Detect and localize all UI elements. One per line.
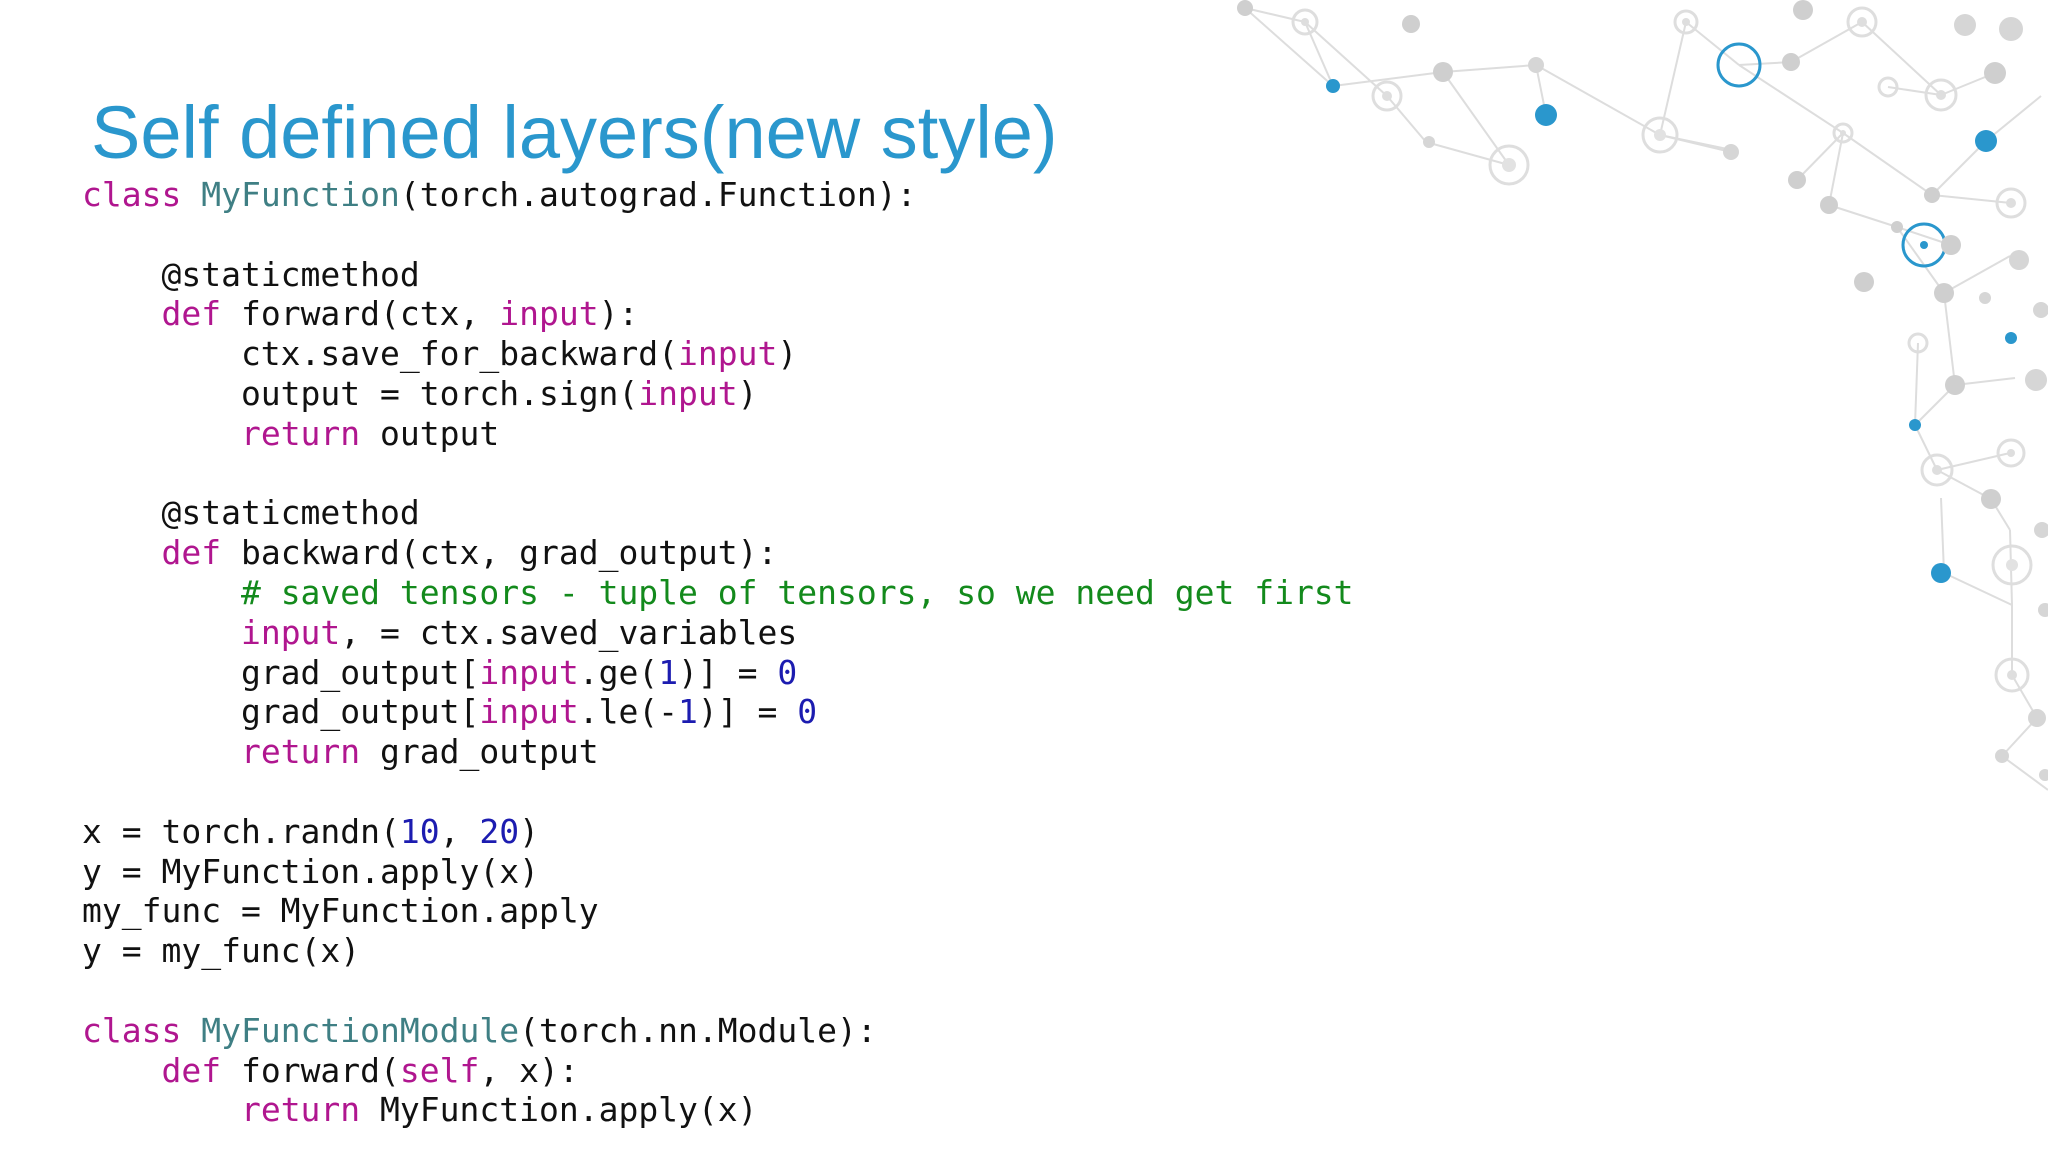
code-block: class MyFunction(torch.autograd.Function… — [82, 175, 1354, 1130]
code-comment: # saved tensors - tuple of tensors, so w… — [240, 572, 1354, 612]
code-line: grad_output[input.le(-1)] = 0 — [82, 692, 1354, 732]
code-text: forward( — [221, 1050, 400, 1090]
code-line: grad_output[input.ge(1)] = 0 — [82, 653, 1354, 693]
code-text: output = torch.sign( — [82, 373, 639, 413]
code-number: 10 — [399, 811, 440, 851]
code-line: class MyFunctionModule(torch.nn.Module): — [82, 1011, 1354, 1051]
code-keyword: class — [82, 1010, 182, 1050]
code-number: 0 — [797, 692, 818, 732]
code-text: )] = — [697, 692, 798, 732]
code-number: 1 — [658, 652, 679, 692]
code-line: my_func = MyFunction.apply — [82, 891, 1354, 931]
code-text: ) — [737, 373, 758, 413]
code-line: return grad_output — [82, 732, 1354, 772]
code-text: forward(ctx, — [221, 294, 500, 334]
code-text: .ge( — [578, 652, 659, 692]
code-text: )] = — [678, 652, 778, 692]
code-line: ctx.save_for_backward(input) — [82, 334, 1354, 374]
code-keyword: def — [161, 1050, 222, 1090]
code-keyword: input — [240, 612, 341, 652]
code-line: # saved tensors - tuple of tensors, so w… — [82, 573, 1354, 613]
code-number: 0 — [777, 652, 798, 692]
code-number: 1 — [678, 692, 698, 732]
code-text: grad_output[ — [82, 652, 480, 692]
code-keyword: input — [678, 334, 778, 374]
code-text: y = my_func(x) — [82, 931, 361, 971]
code-text: y = MyFunction.apply(x) — [82, 851, 539, 891]
code-text: (torch.nn.Module): — [519, 1010, 877, 1050]
code-text: (torch.autograd.Function): — [399, 175, 917, 214]
code-number: 20 — [479, 811, 520, 851]
code-text: ) — [519, 811, 540, 851]
code-text: output — [360, 413, 500, 453]
code-text: @staticmethod — [82, 254, 420, 294]
network-nodes — [1237, 0, 2048, 781]
code-line: return MyFunction.apply(x) — [82, 1090, 1354, 1130]
code-keyword: return — [240, 413, 361, 453]
code-text: ctx.save_for_backward( — [82, 334, 679, 374]
code-keyword: def — [161, 533, 222, 573]
code-text: , x): — [479, 1050, 579, 1090]
code-text: ): — [598, 294, 639, 334]
code-keyword: input — [638, 373, 738, 413]
code-keyword: return — [240, 1090, 361, 1130]
code-text: grad_output[ — [82, 692, 480, 732]
code-text: , — [439, 811, 480, 851]
code-line: @staticmethod — [82, 493, 1354, 533]
code-line: x = torch.randn(10, 20) — [82, 812, 1354, 852]
code-keyword: self — [399, 1050, 480, 1090]
code-line: return output — [82, 414, 1354, 454]
code-text: ) — [777, 334, 798, 374]
code-keyword: input — [479, 652, 579, 692]
code-text: @staticmethod — [82, 493, 420, 533]
code-text: my_func = MyFunction.apply — [82, 891, 599, 931]
slide-title: Self defined layers(new style) — [91, 91, 1058, 174]
code-keyword: class — [82, 175, 182, 214]
code-keyword: return — [240, 732, 361, 772]
code-line: y = MyFunction.apply(x) — [82, 852, 1354, 892]
code-text: MyFunction.apply(x) — [360, 1090, 758, 1130]
code-keyword: input — [499, 294, 599, 334]
code-class-name: MyFunctionModule — [201, 1010, 520, 1050]
code-text: , = ctx.saved_variables — [340, 612, 798, 652]
code-line: @staticmethod — [82, 255, 1354, 295]
code-line: class MyFunction(torch.autograd.Function… — [82, 175, 1354, 215]
code-text: x = torch.randn( — [82, 811, 400, 851]
code-text: backward(ctx, grad_output): — [221, 533, 778, 573]
code-line: def forward(ctx, input): — [82, 294, 1354, 334]
code-line: output = torch.sign(input) — [82, 374, 1354, 414]
code-line: y = my_func(x) — [82, 931, 1354, 971]
code-class-name: MyFunction — [201, 175, 400, 214]
code-text: .le(- — [578, 692, 679, 732]
code-keyword: input — [479, 692, 579, 732]
code-text: grad_output — [360, 732, 599, 772]
code-line: def forward(self, x): — [82, 1051, 1354, 1091]
code-keyword: def — [161, 294, 222, 334]
slide: Self defined layers(new style) class MyF… — [0, 0, 2048, 1152]
code-line: def backward(ctx, grad_output): — [82, 533, 1354, 573]
code-line: input, = ctx.saved_variables — [82, 613, 1354, 653]
